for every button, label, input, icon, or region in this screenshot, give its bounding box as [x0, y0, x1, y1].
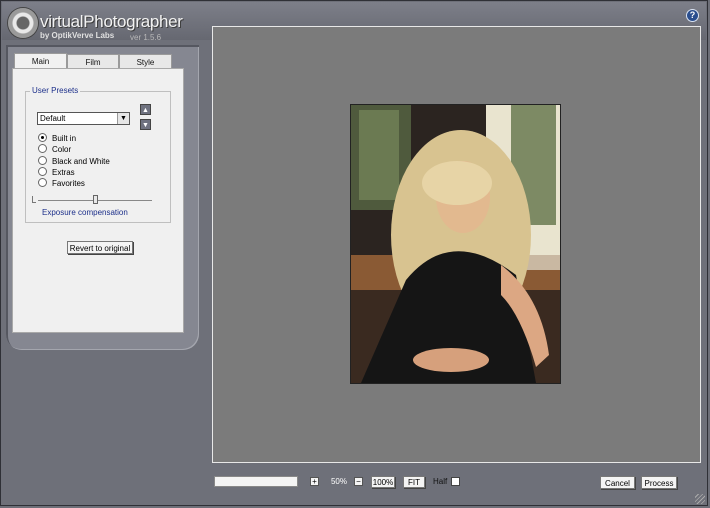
cancel-button[interactable]: Cancel	[600, 476, 635, 489]
tab-film[interactable]: Film	[67, 54, 119, 69]
exposure-compensation-label: Exposure compensation	[42, 208, 128, 217]
radio-indicator	[38, 133, 47, 142]
radio-favorites[interactable]: Favorites	[38, 178, 85, 188]
resize-grip-icon[interactable]	[695, 494, 705, 504]
portrait-photo	[351, 105, 560, 383]
radio-indicator	[38, 167, 47, 176]
radio-label: Favorites	[52, 179, 85, 188]
radio-label: Extras	[52, 168, 75, 177]
main-tab-panel: User Presets Default ▼ ▲ ▼ Built in Colo…	[12, 68, 184, 333]
exposure-slider-thumb[interactable]	[93, 195, 98, 204]
revert-to-original-button[interactable]: Revert to original	[67, 241, 133, 254]
arrow-up-icon[interactable]: ▲	[140, 104, 151, 115]
radio-black-and-white[interactable]: Black and White	[38, 156, 110, 166]
zoom-100-button[interactable]: 100%	[371, 476, 395, 488]
radio-label: Color	[52, 145, 72, 154]
app-subtitle: by OptikVerve Labs	[40, 31, 115, 40]
tab-style[interactable]: Style	[119, 54, 172, 69]
zoom-in-button[interactable]: +	[310, 477, 319, 486]
app-version: ver 1.5.6	[130, 33, 162, 42]
process-button[interactable]: Process	[641, 476, 677, 489]
half-label: Half	[433, 477, 448, 486]
zoom-out-button[interactable]: −	[354, 477, 363, 486]
half-checkbox[interactable]	[451, 477, 460, 486]
chevron-down-icon[interactable]: ▼	[117, 113, 129, 124]
radio-color[interactable]: Color	[38, 144, 71, 154]
slider-min-tick	[32, 196, 36, 203]
radio-indicator	[38, 178, 47, 187]
preset-dropdown-value: Default	[40, 114, 66, 123]
zoom-level: 50%	[322, 476, 356, 487]
preview-image	[350, 104, 561, 384]
user-presets-title: User Presets	[30, 86, 81, 95]
radio-indicator	[38, 144, 47, 153]
user-presets-group: User Presets Default ▼ ▲ ▼ Built in Colo…	[25, 86, 171, 223]
radio-extras[interactable]: Extras	[38, 167, 75, 177]
arrow-down-icon[interactable]: ▼	[140, 119, 151, 130]
radio-indicator	[38, 156, 47, 165]
zoom-fit-button[interactable]: FIT	[403, 476, 425, 488]
progress-bar	[214, 476, 298, 487]
app-logo-icon	[8, 8, 38, 38]
radio-label: Built in	[52, 134, 77, 143]
preset-dropdown[interactable]: Default ▼	[37, 112, 130, 125]
app-title: virtualPhotographer	[40, 12, 183, 31]
radio-built-in[interactable]: Built in	[38, 133, 76, 143]
radio-label: Black and White	[52, 157, 110, 166]
help-icon[interactable]: ?	[687, 10, 698, 21]
